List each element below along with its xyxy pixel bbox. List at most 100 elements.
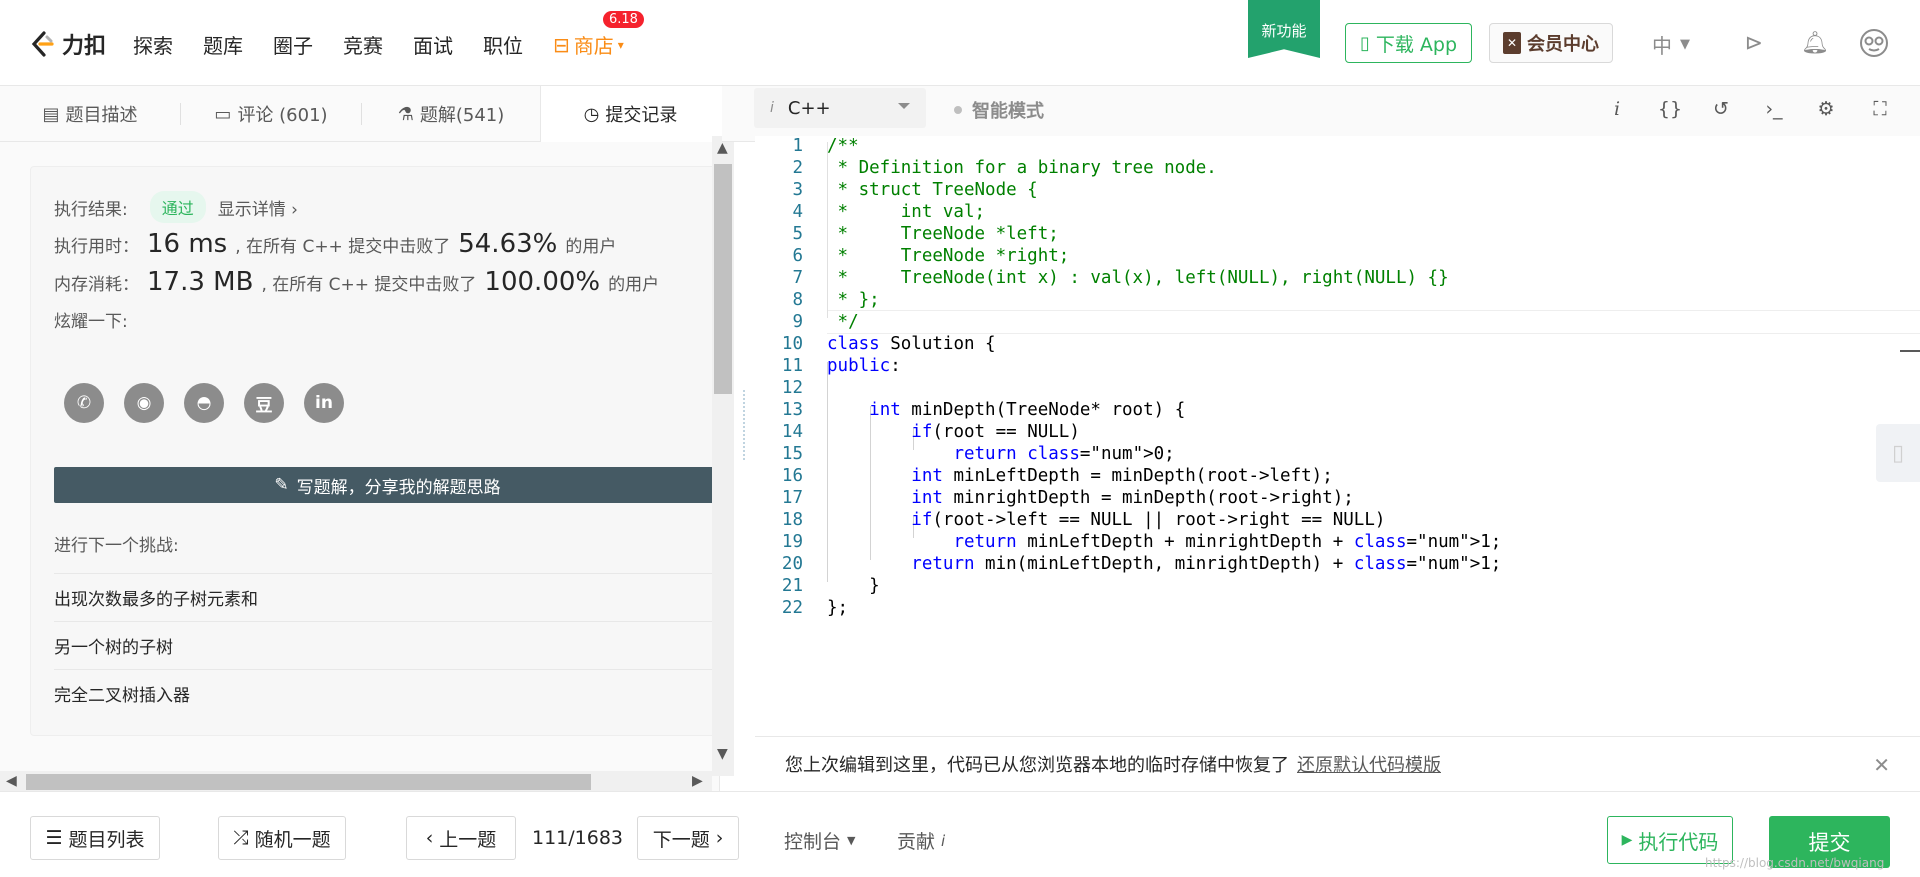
tab-description[interactable]: ▤ 题目描述: [0, 86, 180, 142]
linkedin-icon[interactable]: in: [304, 383, 344, 423]
nav-explore[interactable]: 探索: [133, 30, 173, 59]
problem-list-button[interactable]: ☰ 题目列表: [30, 816, 160, 860]
runtime-suffix: 的用户: [565, 236, 617, 257]
douban-icon[interactable]: 豆: [244, 383, 284, 423]
code-text: class Solution {: [827, 334, 996, 354]
left-vertical-scrollbar[interactable]: ▲ ▼: [712, 136, 734, 776]
write-solution-label: 写题解，分享我的解题思路: [296, 477, 501, 498]
code-line: 5 * TreeNode *left;: [755, 224, 1920, 246]
tab-comments[interactable]: ▭ 评论 (601): [181, 86, 361, 142]
info-icon: i: [770, 100, 774, 116]
weibo-icon[interactable]: ◉: [124, 383, 164, 423]
code-line: 22};: [755, 598, 1920, 620]
code-line: 10 class Solution {: [755, 334, 1920, 356]
nav-interview[interactable]: 面试: [413, 30, 453, 59]
info-icon[interactable]: i: [1603, 95, 1631, 123]
fullscreen-icon[interactable]: ⛶: [1866, 95, 1894, 123]
nav-jobs[interactable]: 职位: [483, 30, 523, 59]
code-line: 12: [755, 378, 1920, 400]
avatar[interactable]: [1858, 27, 1890, 59]
scroll-left-icon[interactable]: ◀: [6, 773, 17, 789]
list-icon: ☰: [45, 827, 63, 849]
tab-submissions[interactable]: ◷ 提交记录: [540, 86, 720, 142]
tab-solutions-label: 题解(541): [419, 105, 505, 126]
nav-contest[interactable]: 竞赛: [343, 30, 383, 59]
run-code-label: 执行代码: [1638, 829, 1719, 854]
problem-list-label: 题目列表: [68, 828, 145, 851]
exec-result-row: 执行结果: 通过 显示详情 ›: [54, 191, 298, 223]
code-text: * TreeNode(int x) : val(x), left(NULL), …: [827, 268, 1449, 288]
nav-shop[interactable]: ⊟ 商店 ▾ 6.18: [553, 11, 644, 59]
braces-icon[interactable]: {}: [1656, 95, 1684, 123]
challenge-item[interactable]: 完全二叉树插入器: [54, 669, 719, 717]
code-line: 8 * };: [755, 290, 1920, 312]
leetcode-logo[interactable]: 力扣: [28, 28, 106, 60]
nav-problemset[interactable]: 题库: [203, 30, 243, 59]
download-app-button[interactable]: ▯ 下载 App: [1345, 23, 1472, 63]
code-line: 18 if(root->left == NULL || root->right …: [755, 510, 1920, 532]
code-text: public:: [827, 356, 901, 376]
brand-name: 力扣: [62, 34, 107, 59]
submission-result-card: 执行结果: 通过 显示详情 › 执行用时： 16 ms , 在所有 C++ 提交…: [30, 166, 720, 736]
wechat-icon[interactable]: ✆: [64, 383, 104, 423]
line-number: 5: [792, 224, 803, 244]
show-details-link[interactable]: 显示详情 ›: [218, 195, 298, 220]
next-problem-button[interactable]: 下一题 ›: [637, 816, 739, 860]
code-editor[interactable]: 1/** 2 * Definition for a binary tree nod…: [755, 136, 1920, 736]
qq-icon[interactable]: ◓: [184, 383, 224, 423]
watermark: https://blog.csdn.net/bwqiang: [1705, 856, 1885, 870]
restore-notice-text: 您上次编辑到这里，代码已从您浏览器本地的临时存储中恢复了: [785, 755, 1289, 776]
console-label: 控制台: [784, 831, 842, 853]
tab-submissions-label: 提交记录: [605, 105, 678, 126]
write-solution-button[interactable]: ✎ 写题解，分享我的解题思路: [54, 467, 719, 503]
code-text: int minDepth(TreeNode* root) {: [869, 400, 1186, 420]
console-toggle[interactable]: 控制台 ▼: [784, 827, 855, 854]
settings-icon[interactable]: ⚙: [1812, 95, 1840, 123]
reset-icon[interactable]: ↺: [1707, 95, 1735, 123]
line-number: 11: [781, 356, 803, 376]
challenge-item[interactable]: 另一个树的子树: [54, 621, 719, 669]
scroll-up-icon[interactable]: ▲: [717, 140, 728, 156]
scrollbar-thumb[interactable]: [26, 774, 591, 790]
share-icons: ✆ ◉ ◓ 豆 in: [64, 383, 344, 423]
language-switcher[interactable]: 中 ▼: [1652, 30, 1690, 59]
prev-problem-button[interactable]: ‹ 上一题: [406, 816, 516, 860]
status-badge: 通过: [149, 191, 206, 223]
description-icon: ▤: [42, 103, 60, 125]
challenge-item[interactable]: 出现次数最多的子树元素和: [54, 573, 719, 621]
avatar-icon: [1860, 29, 1888, 57]
shuffle-icon: ⤮: [233, 827, 249, 849]
runtime-label: 执行用时：: [54, 236, 139, 257]
panel-resize-handle[interactable]: [743, 390, 749, 460]
vip-center-button[interactable]: ✕ 会员中心: [1489, 23, 1613, 63]
scroll-down-icon[interactable]: ▼: [717, 746, 728, 762]
problem-progress: 111/1683: [532, 827, 624, 849]
smart-mode-toggle[interactable]: 智能模式: [954, 97, 1044, 123]
side-notes-tab[interactable]: ▯: [1876, 424, 1920, 482]
code-text: * TreeNode *left;: [827, 224, 1059, 244]
left-horizontal-scrollbar[interactable]: ◀ ▶: [0, 771, 712, 793]
line-number: 7: [792, 268, 803, 288]
exec-result-label: 执行结果:: [54, 199, 128, 220]
problem-tabs: ▤ 题目描述 ▭ 评论 (601) ⚗ 题解(541) ◷ 提交记录: [0, 86, 720, 142]
chevron-down-icon: ▼: [1680, 37, 1690, 52]
flask-icon: ⚗: [397, 103, 414, 125]
close-icon[interactable]: ✕: [1873, 753, 1890, 777]
random-problem-button[interactable]: ⤮ 随机一题: [218, 816, 346, 860]
code-text: }: [827, 576, 880, 596]
code-text: * };: [827, 290, 880, 310]
next-problem-label: 下一题: [652, 828, 710, 851]
scroll-right-icon[interactable]: ▶: [692, 773, 703, 789]
bell-icon[interactable]: 🔔︎: [1799, 27, 1831, 59]
contribute-link[interactable]: 贡献 i: [897, 827, 945, 854]
code-text: return minLeftDepth + minrightDepth + cl…: [953, 532, 1502, 552]
terminal-icon[interactable]: ›_: [1760, 95, 1788, 123]
nav-circle[interactable]: 圈子: [273, 30, 313, 59]
playground-icon[interactable]: ⊳: [1738, 27, 1770, 59]
tab-solutions[interactable]: ⚗ 题解(541): [362, 86, 540, 142]
new-feature-ribbon[interactable]: 新功能: [1248, 0, 1320, 58]
scrollbar-thumb[interactable]: [714, 164, 732, 394]
restore-default-link[interactable]: 还原默认代码模版: [1297, 751, 1441, 777]
language-select[interactable]: i C++: [754, 88, 926, 128]
code-line: 3 * struct TreeNode {: [755, 180, 1920, 202]
